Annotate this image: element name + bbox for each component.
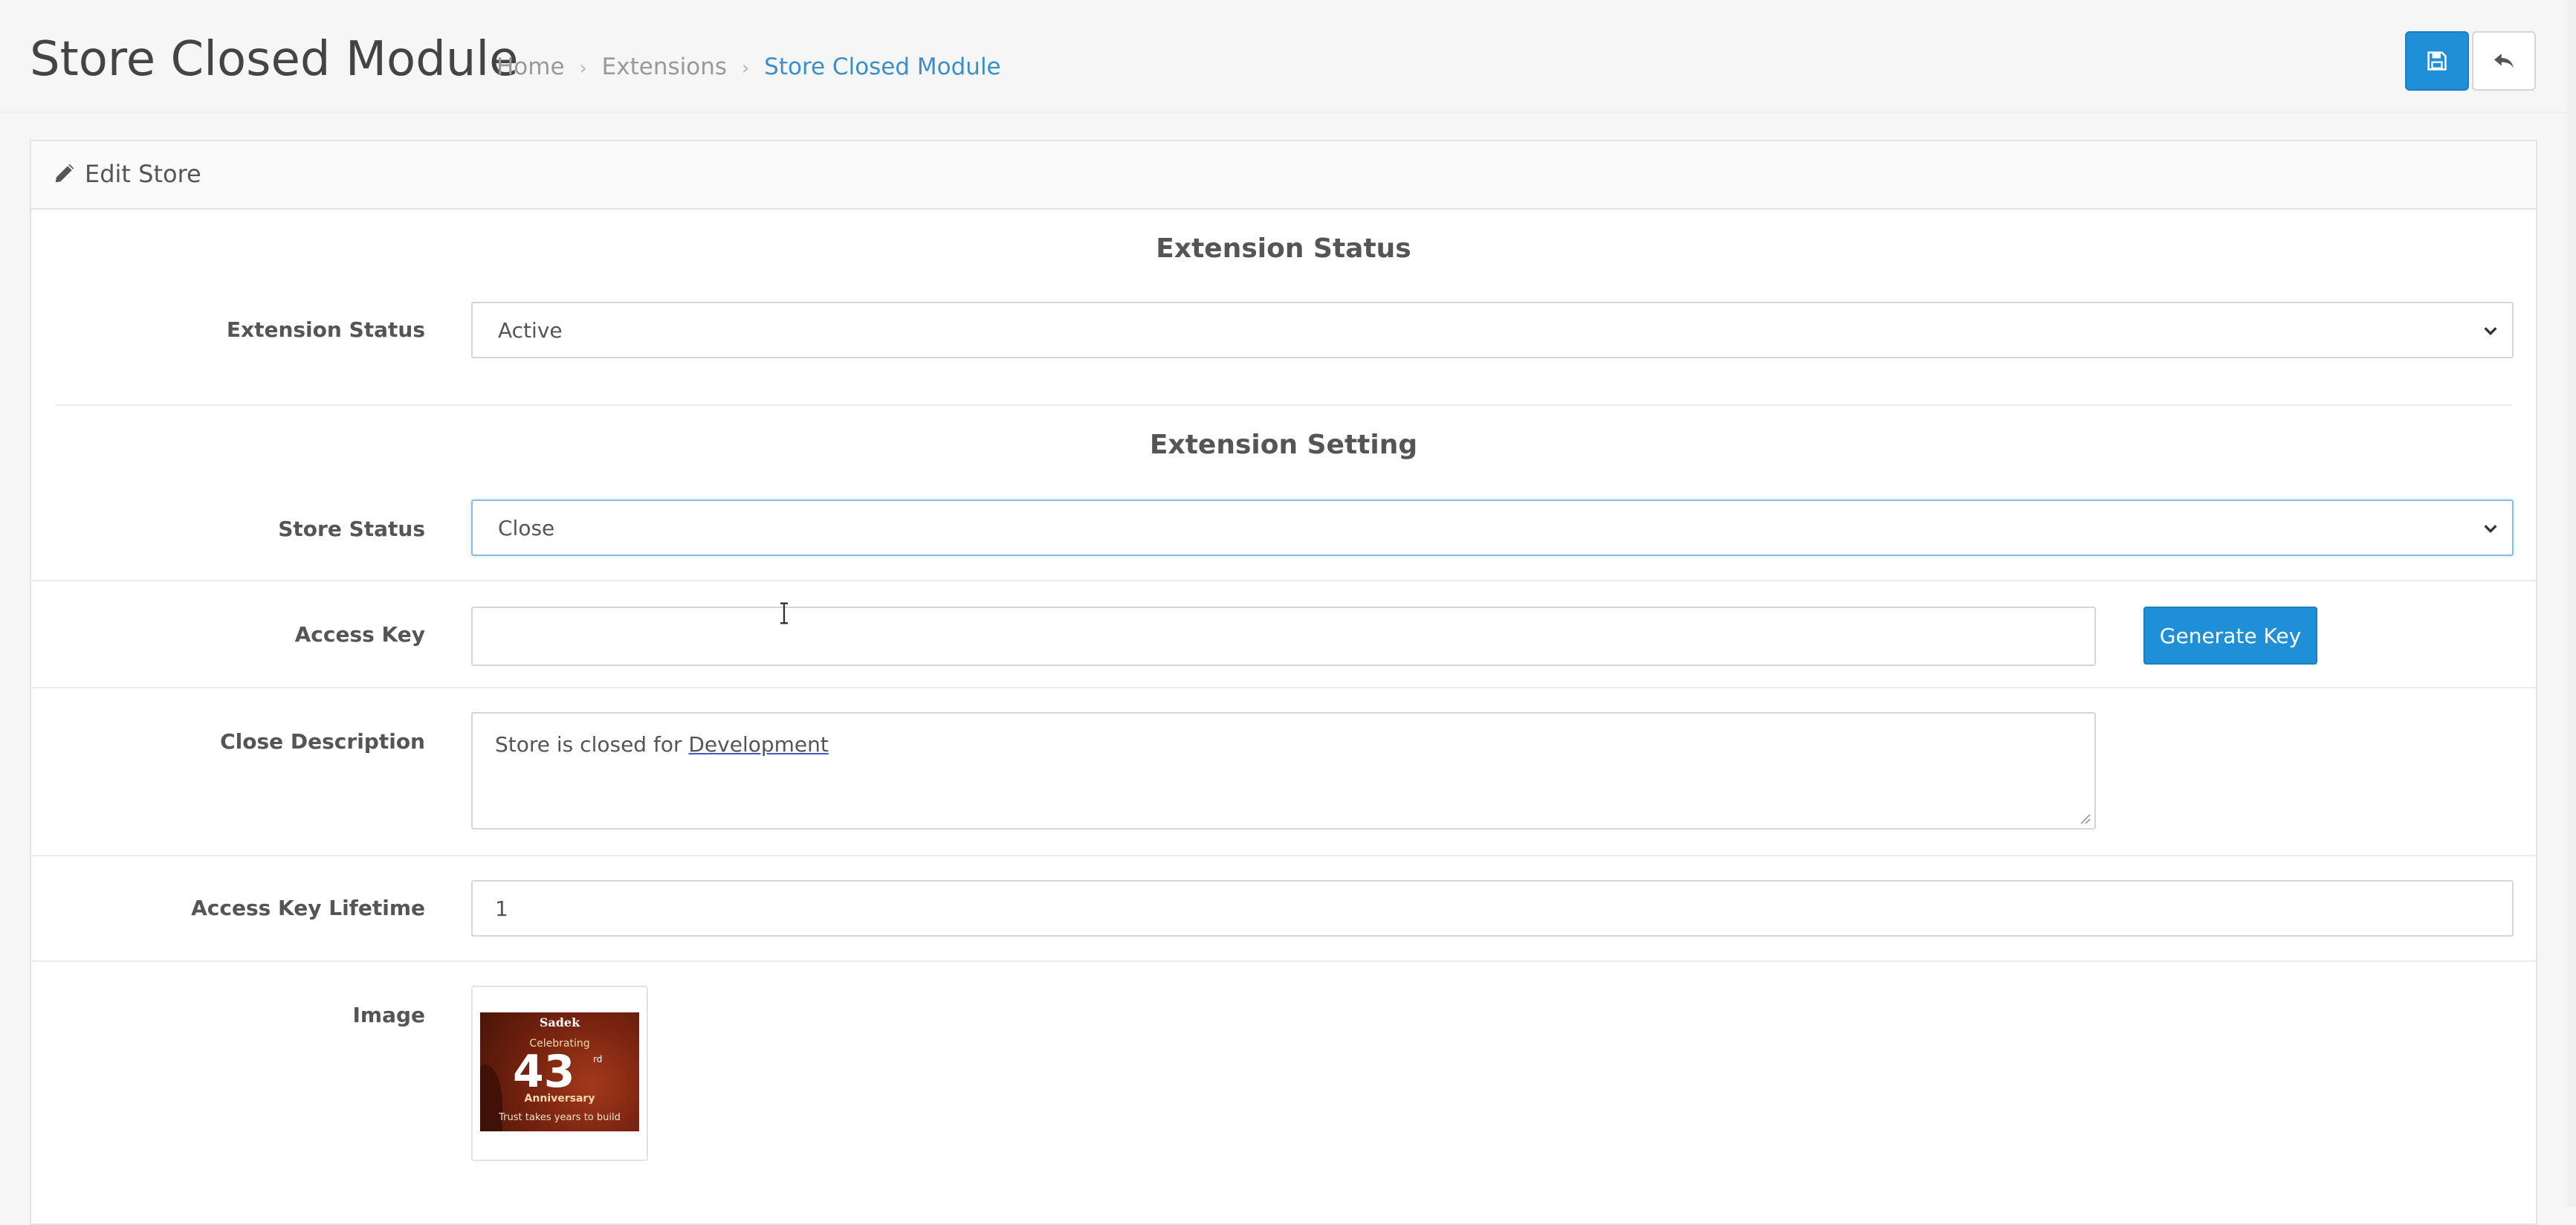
resize-handle-icon[interactable] <box>2080 813 2091 825</box>
chevron-down-icon <box>2484 525 2497 534</box>
breadcrumb-separator: › <box>741 57 750 80</box>
extension-status-label: Extension Status <box>226 317 425 342</box>
panel-heading: Edit Store <box>31 141 2536 210</box>
access-key-lifetime-input[interactable]: 1 <box>471 880 2514 937</box>
breadcrumb: Home › Extensions › Store Closed Module <box>496 51 1001 85</box>
chevron-down-icon <box>2484 327 2497 336</box>
access-key-lifetime-value: 1 <box>495 896 508 921</box>
thumb-number: 43 <box>513 1046 575 1098</box>
close-description-label: Close Description <box>220 729 425 754</box>
anniversary-banner-image: Sadek Celebrating 43 rd Anniversary Trus… <box>480 1012 639 1131</box>
page-scrollbar[interactable] <box>2567 0 2576 1207</box>
access-key-input[interactable] <box>471 607 2096 666</box>
section-title-setting: Extension Setting <box>1149 430 1418 460</box>
generate-key-button[interactable]: Generate Key <box>2143 607 2317 665</box>
thumb-tagline: Trust takes years to build <box>499 1112 621 1123</box>
extension-status-value: Active <box>498 317 563 343</box>
breadcrumb-extensions[interactable]: Extensions <box>602 54 727 80</box>
thumb-suffix: rd <box>593 1054 603 1064</box>
breadcrumb-home[interactable]: Home <box>496 54 565 80</box>
thumb-anniversary: Anniversary <box>524 1093 595 1105</box>
thumb-brand: Sadek <box>539 1015 580 1030</box>
section-title-status: Extension Status <box>1156 233 1411 264</box>
pencil-icon <box>55 164 74 183</box>
divider <box>31 580 2537 581</box>
divider <box>31 855 2537 856</box>
store-status-label: Store Status <box>278 517 425 541</box>
text-cursor-icon <box>780 602 788 624</box>
page-header: Store Closed Module Home › Extensions › … <box>0 0 2576 113</box>
page-title: Store Closed Module <box>30 32 519 87</box>
store-status-select[interactable]: Close <box>471 500 2514 556</box>
image-label: Image <box>352 1003 425 1027</box>
close-description-textarea[interactable]: Store is closed for Development <box>471 712 2096 830</box>
store-status-value: Close <box>498 515 555 540</box>
breadcrumb-separator: › <box>579 57 587 80</box>
close-description-text: Store is closed for <box>495 732 689 757</box>
breadcrumb-current[interactable]: Store Closed Module <box>764 54 1001 80</box>
save-icon <box>2427 51 2447 71</box>
divider <box>55 404 2512 406</box>
access-key-lifetime-label: Access Key Lifetime <box>191 896 425 920</box>
save-button[interactable] <box>2405 31 2469 91</box>
image-thumbnail[interactable]: Sadek Celebrating 43 rd Anniversary Trus… <box>471 986 648 1161</box>
close-description-word: Development <box>688 732 829 757</box>
divider <box>31 687 2537 688</box>
reply-icon <box>2494 54 2514 68</box>
panel-title: Edit Store <box>85 160 201 188</box>
back-button[interactable] <box>2472 31 2536 91</box>
access-key-label: Access Key <box>294 622 425 647</box>
extension-status-select[interactable]: Active <box>471 302 2514 358</box>
divider <box>31 960 2537 962</box>
